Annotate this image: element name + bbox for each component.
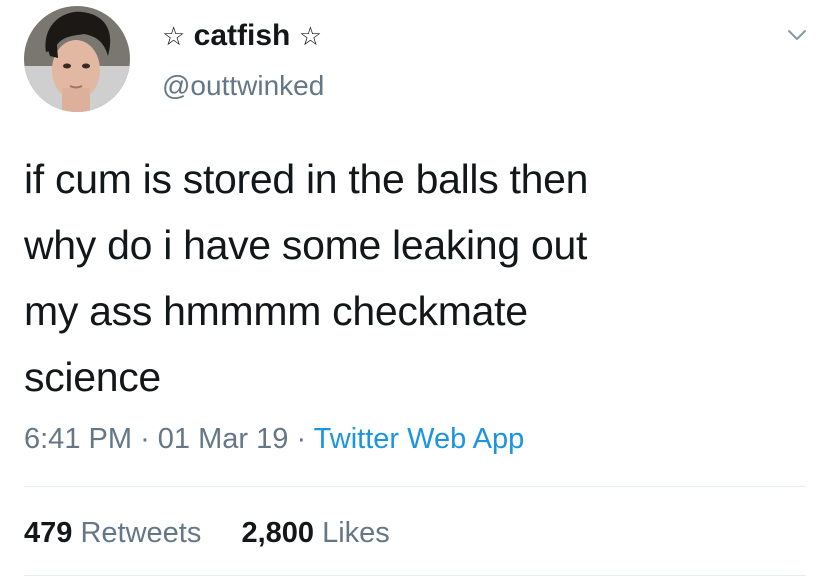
star-icon: ☆ — [298, 22, 323, 52]
tweet-text-line: why do i have some leaking out — [24, 222, 588, 268]
divider — [24, 575, 806, 576]
tweet-source-link[interactable]: Twitter Web App — [314, 423, 525, 455]
tweet-text-line: my ass hmmmm checkmate — [24, 288, 528, 334]
likes-label: Likes — [322, 517, 390, 549]
display-name[interactable]: ☆ catfish ☆ — [162, 16, 322, 57]
meta-separator: · — [140, 423, 150, 455]
avatar-image — [24, 6, 130, 112]
retweets-count: 479 — [24, 517, 73, 549]
retweets-label: Retweets — [80, 517, 202, 549]
tweet-text-line: if cum is stored in the balls then — [24, 156, 589, 202]
meta-separator: · — [296, 423, 307, 455]
tweet-time[interactable]: 6:41 PM — [24, 423, 132, 455]
retweets-stat[interactable]: 479 Retweets — [24, 517, 209, 549]
tweet-text-line: science — [24, 354, 161, 400]
tweet-stats: 479 Retweets 2,800 Likes — [24, 513, 390, 553]
display-name-text: catfish — [193, 19, 291, 52]
likes-stat[interactable]: 2,800 Likes — [241, 517, 389, 549]
chevron-down-icon[interactable] — [786, 24, 808, 46]
star-icon: ☆ — [162, 22, 186, 52]
tweet-meta: 6:41 PM · 01 Mar 19 · Twitter Web App — [24, 419, 524, 459]
tweet-date[interactable]: 01 Mar 19 — [158, 423, 289, 455]
avatar[interactable] — [24, 6, 130, 112]
tweet-text: if cum is stored in the balls then why d… — [24, 146, 804, 410]
user-handle[interactable]: @outtwinked — [162, 68, 324, 104]
likes-count: 2,800 — [241, 517, 315, 549]
divider — [24, 486, 806, 487]
tweet-card: ☆ catfish ☆ @outtwinked if cum is stored… — [0, 0, 828, 581]
